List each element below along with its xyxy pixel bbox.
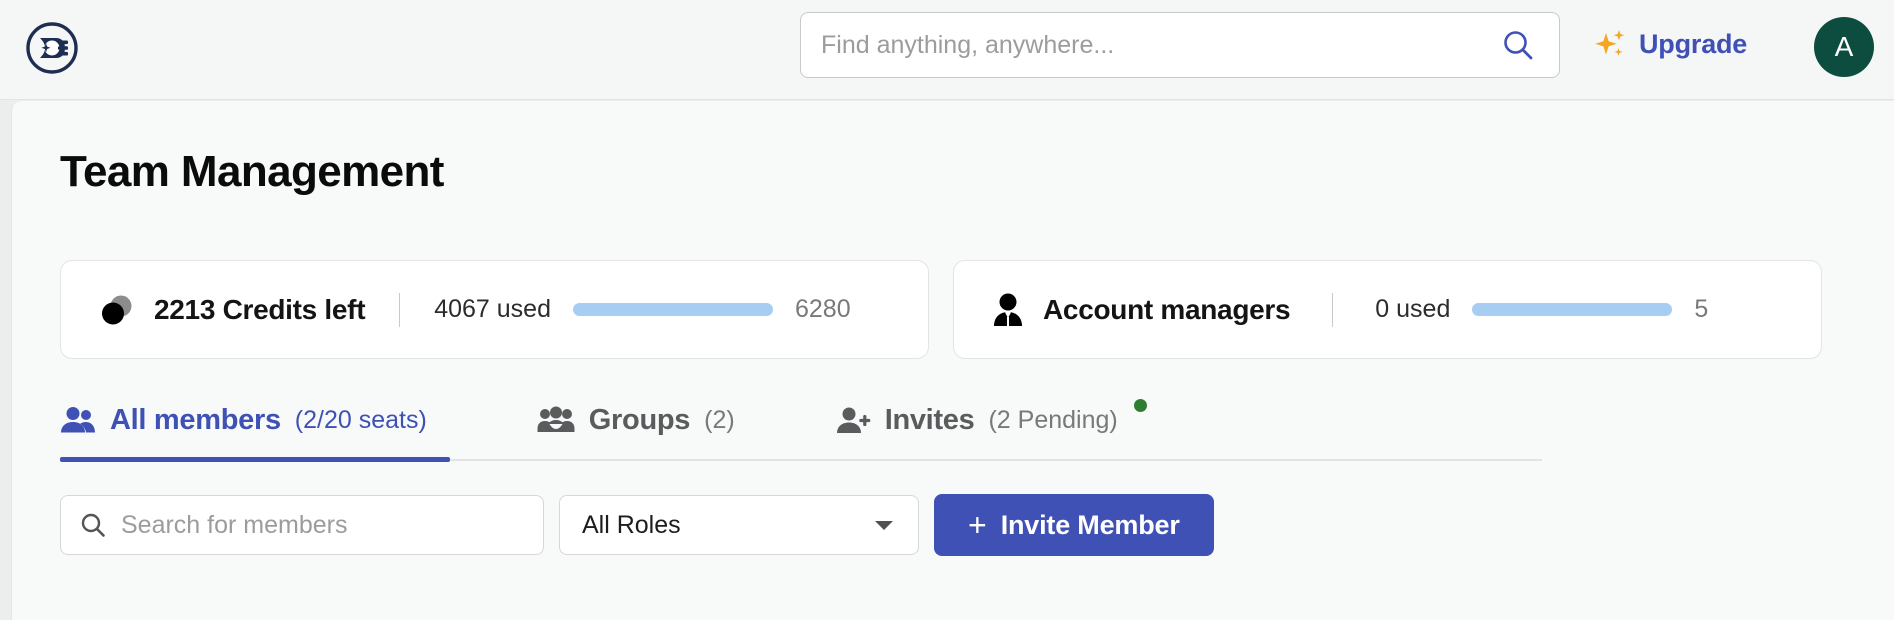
main-content-panel: Team Management 2213 Credits left 4067 u… xyxy=(11,101,1894,620)
tab-groups-label: Groups xyxy=(588,403,691,436)
business-person-icon xyxy=(991,291,1025,329)
tabs-bar: All members (2/20 seats) Groups (2) Invi… xyxy=(60,389,1542,455)
member-search-input[interactable] xyxy=(121,496,525,554)
invite-member-button[interactable]: + Invite Member xyxy=(934,494,1214,556)
tab-invites-label: Invites xyxy=(884,403,975,436)
plus-icon: + xyxy=(968,507,987,543)
groups-icon xyxy=(537,406,575,432)
credits-total-label: 6280 xyxy=(795,295,851,323)
member-search-field[interactable] xyxy=(60,495,544,555)
credits-card: 2213 Credits left 4067 used 6280 xyxy=(60,260,929,359)
account-managers-card: Account managers 0 used 5 xyxy=(953,260,1822,359)
role-filter-value: All Roles xyxy=(582,510,681,539)
search-icon xyxy=(1504,31,1533,60)
tab-groups[interactable]: Groups (2) xyxy=(537,389,735,451)
filters-row: All Roles + Invite Member xyxy=(60,494,1214,556)
coins-icon xyxy=(98,291,136,329)
user-avatar[interactable]: A xyxy=(1814,17,1874,77)
invite-member-label: Invite Member xyxy=(1000,509,1180,540)
credits-title: 2213 Credits left xyxy=(154,293,366,325)
invites-pending-badge xyxy=(1133,399,1147,412)
chevron-down-icon xyxy=(875,521,893,530)
credits-divider xyxy=(399,292,401,327)
top-header-bar: Upgrade A xyxy=(0,0,1894,100)
people-icon xyxy=(61,407,95,433)
managers-title: Account managers xyxy=(1043,293,1291,325)
brand-logo[interactable] xyxy=(20,16,84,80)
sparkles-icon xyxy=(1595,30,1625,56)
credits-used-label: 4067 used xyxy=(434,295,551,323)
global-search-bar[interactable] xyxy=(800,12,1560,78)
upgrade-label: Upgrade xyxy=(1639,28,1748,59)
tab-groups-count: (2) xyxy=(704,405,735,434)
search-submit-button[interactable] xyxy=(1497,24,1539,66)
tab-invites[interactable]: Invites (2 Pending) xyxy=(835,389,1147,451)
credits-progress-track xyxy=(573,303,773,316)
managers-progress-track xyxy=(1472,303,1673,316)
active-tab-underline xyxy=(60,457,450,462)
managers-total-label: 5 xyxy=(1694,295,1709,323)
global-search-input[interactable] xyxy=(821,13,1497,77)
tab-all-members[interactable]: All members (2/20 seats) xyxy=(60,389,427,451)
tab-invites-count: (2 Pending) xyxy=(988,405,1118,434)
search-icon xyxy=(81,513,105,537)
role-filter-select[interactable]: All Roles xyxy=(559,495,919,555)
managers-used-label: 0 used xyxy=(1375,295,1451,323)
page-title: Team Management xyxy=(60,147,444,196)
upgrade-button[interactable]: Upgrade xyxy=(1594,18,1747,70)
avatar-initial: A xyxy=(1834,31,1854,62)
person-add-icon xyxy=(836,407,870,433)
tab-all-members-count: (2/20 seats) xyxy=(294,405,427,434)
tab-all-members-label: All members xyxy=(110,403,281,436)
managers-divider xyxy=(1332,292,1334,327)
brand-logo-icon xyxy=(26,22,78,74)
